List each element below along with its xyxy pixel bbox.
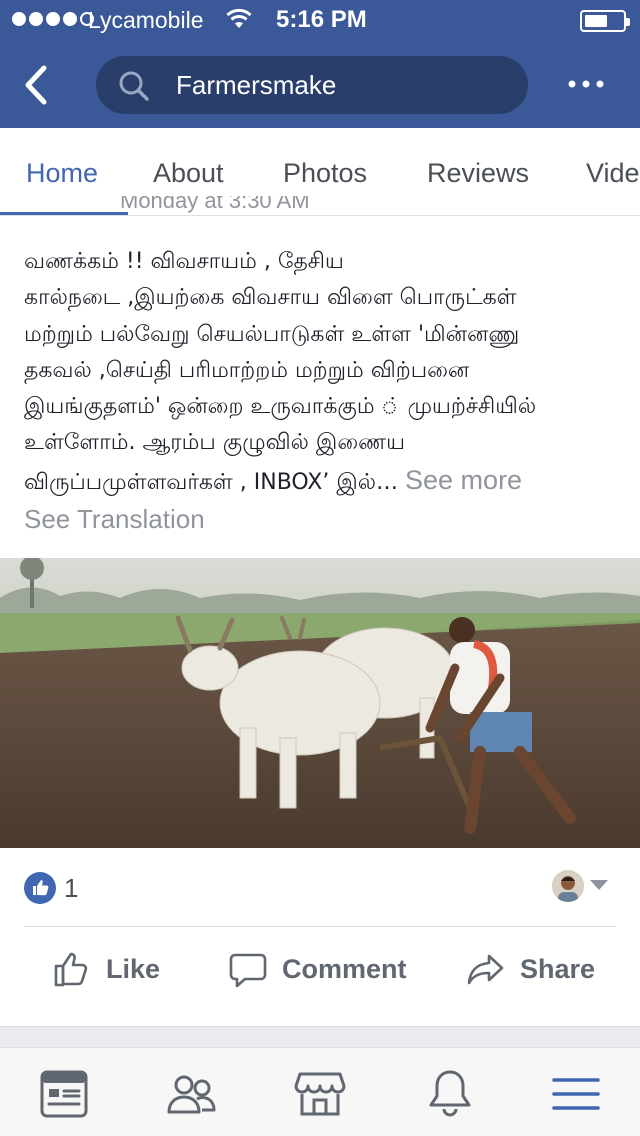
tab-about[interactable]: About	[153, 158, 224, 189]
search-icon	[119, 71, 149, 101]
post-message: வணக்கம் !! விவசாயம் , தேசிய கால்நடை ,இயற…	[24, 244, 628, 501]
like-button-label: Like	[106, 953, 161, 984]
thumbs-up-icon	[33, 880, 49, 896]
nav-friends[interactable]	[164, 1066, 220, 1122]
nav-notifications[interactable]	[422, 1066, 478, 1122]
chevron-down-icon[interactable]	[590, 880, 608, 890]
post-timestamp: Monday at 3:30 AM	[120, 196, 310, 213]
like-reaction-icon	[24, 872, 56, 904]
search-field[interactable]: Farmersmake	[96, 56, 528, 114]
nav-news-feed[interactable]	[36, 1066, 92, 1122]
notifications-bell-icon	[429, 1070, 471, 1117]
tab-videos[interactable]: Vide	[586, 158, 640, 189]
back-button[interactable]	[14, 60, 64, 110]
nav-menu[interactable]	[548, 1066, 604, 1122]
bottom-navigation	[0, 1048, 640, 1136]
menu-icon	[552, 1078, 600, 1110]
comment-bubble-icon	[229, 953, 267, 988]
ellipsis-icon	[568, 80, 604, 88]
comment-button[interactable]: Comment	[228, 949, 407, 989]
page-tabs: Home About Photos Reviews Vide	[0, 128, 640, 216]
status-bar: Lycamobile 5:16 PM	[0, 0, 640, 40]
post-text-line: இயங்குதளம்' ஒன்றை உருவாக்கும் ் முயற்ச்ச…	[24, 394, 537, 420]
like-button[interactable]: Like	[52, 949, 160, 989]
post-text-line-last: விருப்பமுள்ளவர்கள் , INBOX’ இல்… See mor…	[24, 464, 523, 495]
post-text-line: மற்றும் பல்வேறு செயல்பாடுகள் உள்ள 'மின்ன…	[24, 321, 520, 347]
tab-photos[interactable]: Photos	[283, 158, 367, 189]
post-actions: Like Comment Share	[0, 927, 640, 1009]
share-arrow-icon	[467, 954, 504, 985]
share-button[interactable]: Share	[466, 949, 595, 989]
like-count: 1	[64, 873, 79, 903]
post-text-line: தகவல் ,செய்தி பரிமாற்றம் மற்றும் விற்பனை	[24, 357, 470, 383]
wifi-icon	[226, 8, 252, 28]
post-text-line: உள்ளோம். ஆரம்ப குழுவில் இணைய	[24, 430, 406, 456]
friends-icon	[167, 1075, 216, 1114]
comment-button-label: Comment	[282, 953, 407, 984]
feed-separator	[0, 1026, 640, 1048]
post-photo[interactable]	[0, 558, 640, 848]
share-button-label: Share	[520, 953, 596, 984]
signal-strength-icon	[12, 12, 94, 26]
post-text-line: வணக்கம் !! விவசாயம் , தேசிய	[24, 249, 344, 274]
see-translation-link[interactable]: See Translation	[24, 504, 205, 535]
active-tab-indicator	[0, 212, 128, 215]
status-time: 5:16 PM	[276, 6, 367, 33]
tab-home[interactable]: Home	[26, 158, 98, 189]
reactions-bar[interactable]: 1	[0, 860, 640, 916]
marketplace-icon	[294, 1072, 346, 1116]
news-feed-icon	[40, 1070, 88, 1118]
carrier-name: Lycamobile	[88, 7, 204, 33]
avatar[interactable]	[552, 870, 584, 902]
user-avatar-icon	[552, 870, 584, 902]
search-field-text: Farmersmake	[176, 70, 337, 100]
top-app-bar: Lycamobile 5:16 PM Farmersmake	[0, 0, 640, 128]
chevron-left-icon	[25, 65, 47, 105]
nav-marketplace[interactable]	[292, 1066, 348, 1122]
post-text-line: கால்நடை ,இயற்கை விவசாய விளை பொருட்கள்	[24, 285, 517, 311]
more-options-button[interactable]	[560, 64, 612, 104]
battery-icon	[580, 10, 630, 32]
thumbs-up-icon	[54, 952, 88, 987]
see-more-link[interactable]: See more	[405, 465, 522, 495]
tab-reviews[interactable]: Reviews	[427, 158, 529, 189]
